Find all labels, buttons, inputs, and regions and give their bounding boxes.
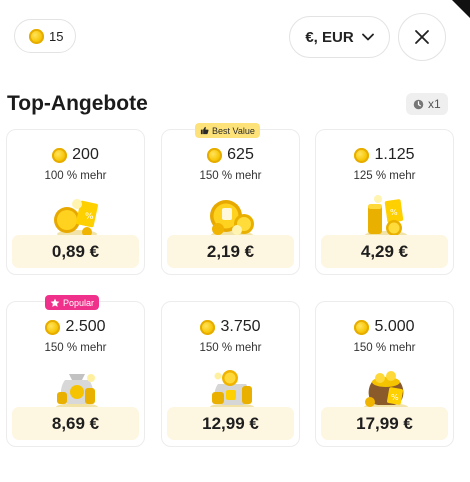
svg-text:%: % (390, 208, 398, 217)
offer-price: 4,29 € (321, 235, 448, 268)
coin-pile-image (210, 200, 254, 239)
coin-icon (207, 147, 223, 163)
offer-bonus: 150 % mehr (353, 342, 416, 354)
balance-value: 15 (49, 28, 64, 44)
timer-label: x1 (428, 97, 441, 111)
offer-card[interactable]: 1.125 125 % mehr % 4,29 € (315, 129, 454, 275)
offer-card[interactable]: Best Value 625 150 % mehr 2,19 € (161, 123, 300, 275)
offer-price: 12,99 € (167, 407, 294, 440)
coin-icon (29, 28, 44, 44)
offer-bonus: 125 % mehr (353, 170, 416, 182)
offer-card[interactable]: 5.000 150 % mehr % 17,99 € (315, 301, 454, 447)
corner-decoration (452, 0, 470, 18)
offer-price: 0,89 € (12, 235, 139, 268)
coin-balance[interactable]: 15 (14, 19, 77, 53)
currency-selector[interactable]: €, EUR (289, 16, 390, 58)
offer-amount: 5.000 (374, 318, 415, 335)
offer-amount: 2.500 (65, 318, 106, 335)
popular-badge: Popular (45, 295, 100, 310)
offer-amount-row: 2.500 (7, 318, 144, 336)
offer-amount-row: 625 (162, 146, 299, 164)
best-value-label: Best Value (212, 125, 255, 136)
chevron-down-icon (361, 33, 374, 41)
section-title: Top-Angebote (7, 92, 148, 115)
coin-bag-image (210, 370, 254, 411)
offer-amount-row: 1.125 (316, 146, 453, 164)
offer-amount-row: 5.000 (316, 318, 453, 336)
offer-card[interactable]: Popular 2.500 150 % mehr 8,69 € (6, 295, 145, 447)
coin-icon (45, 319, 61, 335)
coin-icon (354, 319, 370, 335)
timer-badge: x1 (406, 93, 448, 115)
offer-amount: 1.125 (374, 146, 415, 163)
close-button[interactable] (398, 13, 446, 61)
svg-text:%: % (85, 212, 94, 222)
offer-bonus: 100 % mehr (44, 170, 107, 182)
coin-icon (52, 147, 68, 163)
offer-price: 17,99 € (321, 407, 448, 440)
offer-amount-row: 200 (7, 146, 144, 164)
offer-bonus: 150 % mehr (199, 170, 262, 182)
coin-pile-image: % (365, 195, 407, 239)
offer-amount: 3.750 (220, 318, 261, 335)
best-value-badge: Best Value (195, 123, 260, 138)
coin-icon (354, 147, 370, 163)
treasure-pot-image: % (364, 371, 408, 411)
thumbs-up-icon (200, 126, 209, 135)
coin-icon (200, 319, 216, 335)
offer-price: 2,19 € (167, 235, 294, 268)
popular-label: Popular (63, 297, 95, 308)
clock-icon (413, 99, 424, 109)
offer-price: 8,69 € (12, 407, 139, 440)
offer-amount: 625 (227, 146, 254, 163)
offer-card[interactable]: 3.750 150 % mehr 12,99 € (161, 301, 300, 447)
offer-amount-row: 3.750 (162, 318, 299, 336)
svg-text:%: % (391, 393, 399, 402)
close-icon (415, 30, 429, 44)
offer-bonus: 150 % mehr (199, 342, 262, 354)
currency-label: €, EUR (305, 28, 354, 46)
star-icon (50, 298, 60, 307)
offer-card[interactable]: 200 100 % mehr % 0,89 € (6, 129, 145, 275)
offer-amount: 200 (72, 146, 99, 163)
coin-pile-image: % (54, 199, 98, 238)
offer-bonus: 150 % mehr (44, 342, 107, 354)
coin-bag-image (56, 374, 98, 411)
